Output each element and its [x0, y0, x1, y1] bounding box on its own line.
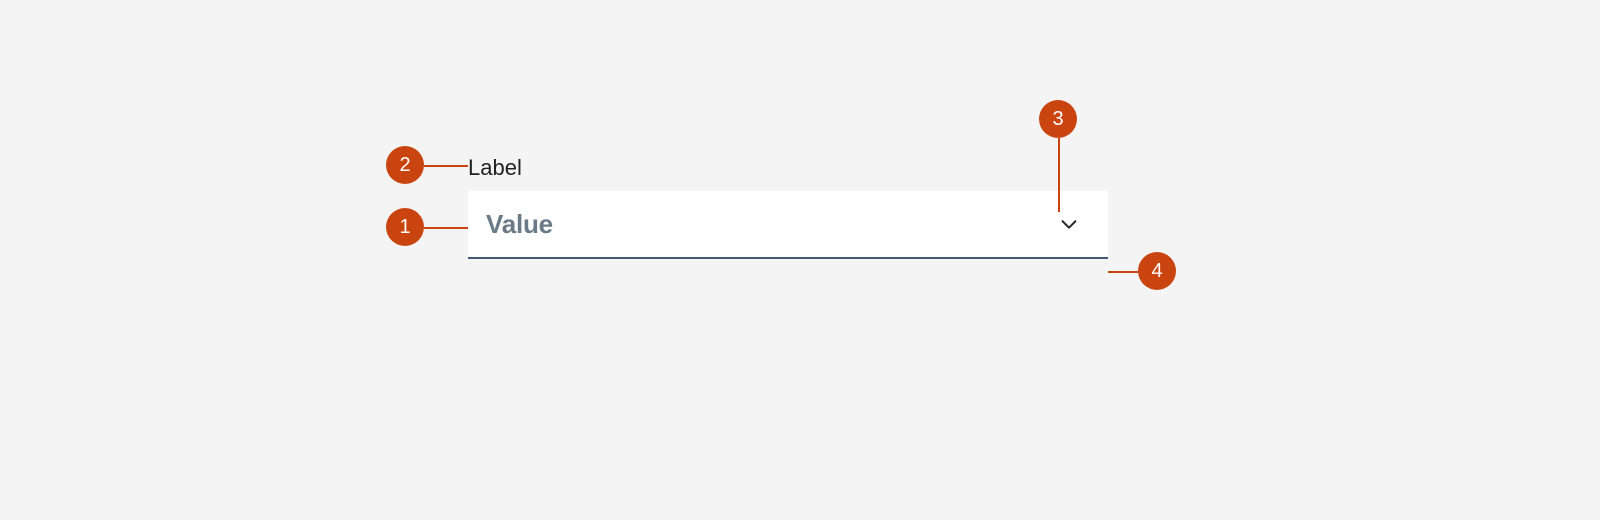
annotation-number: 1 — [399, 217, 410, 237]
annotation-connector — [1058, 138, 1060, 212]
select-field[interactable]: Value — [468, 191, 1108, 259]
annotation-badge-3: 3 — [1039, 100, 1077, 138]
diagram-stage: Label Value 1 2 3 4 — [0, 0, 1600, 520]
annotation-connector — [1108, 271, 1138, 273]
chevron-down-icon[interactable] — [1058, 213, 1080, 235]
annotation-number: 2 — [399, 155, 410, 175]
annotation-badge-1: 1 — [386, 208, 424, 246]
annotation-badge-2: 2 — [386, 146, 424, 184]
select-label: Label — [468, 155, 1108, 181]
select-value: Value — [486, 209, 553, 240]
annotation-number: 3 — [1052, 109, 1063, 129]
annotation-connector — [424, 165, 468, 167]
annotation-connector — [424, 227, 468, 229]
annotation-number: 4 — [1151, 261, 1162, 281]
select-component: Label Value — [468, 155, 1108, 259]
annotation-badge-4: 4 — [1138, 252, 1176, 290]
